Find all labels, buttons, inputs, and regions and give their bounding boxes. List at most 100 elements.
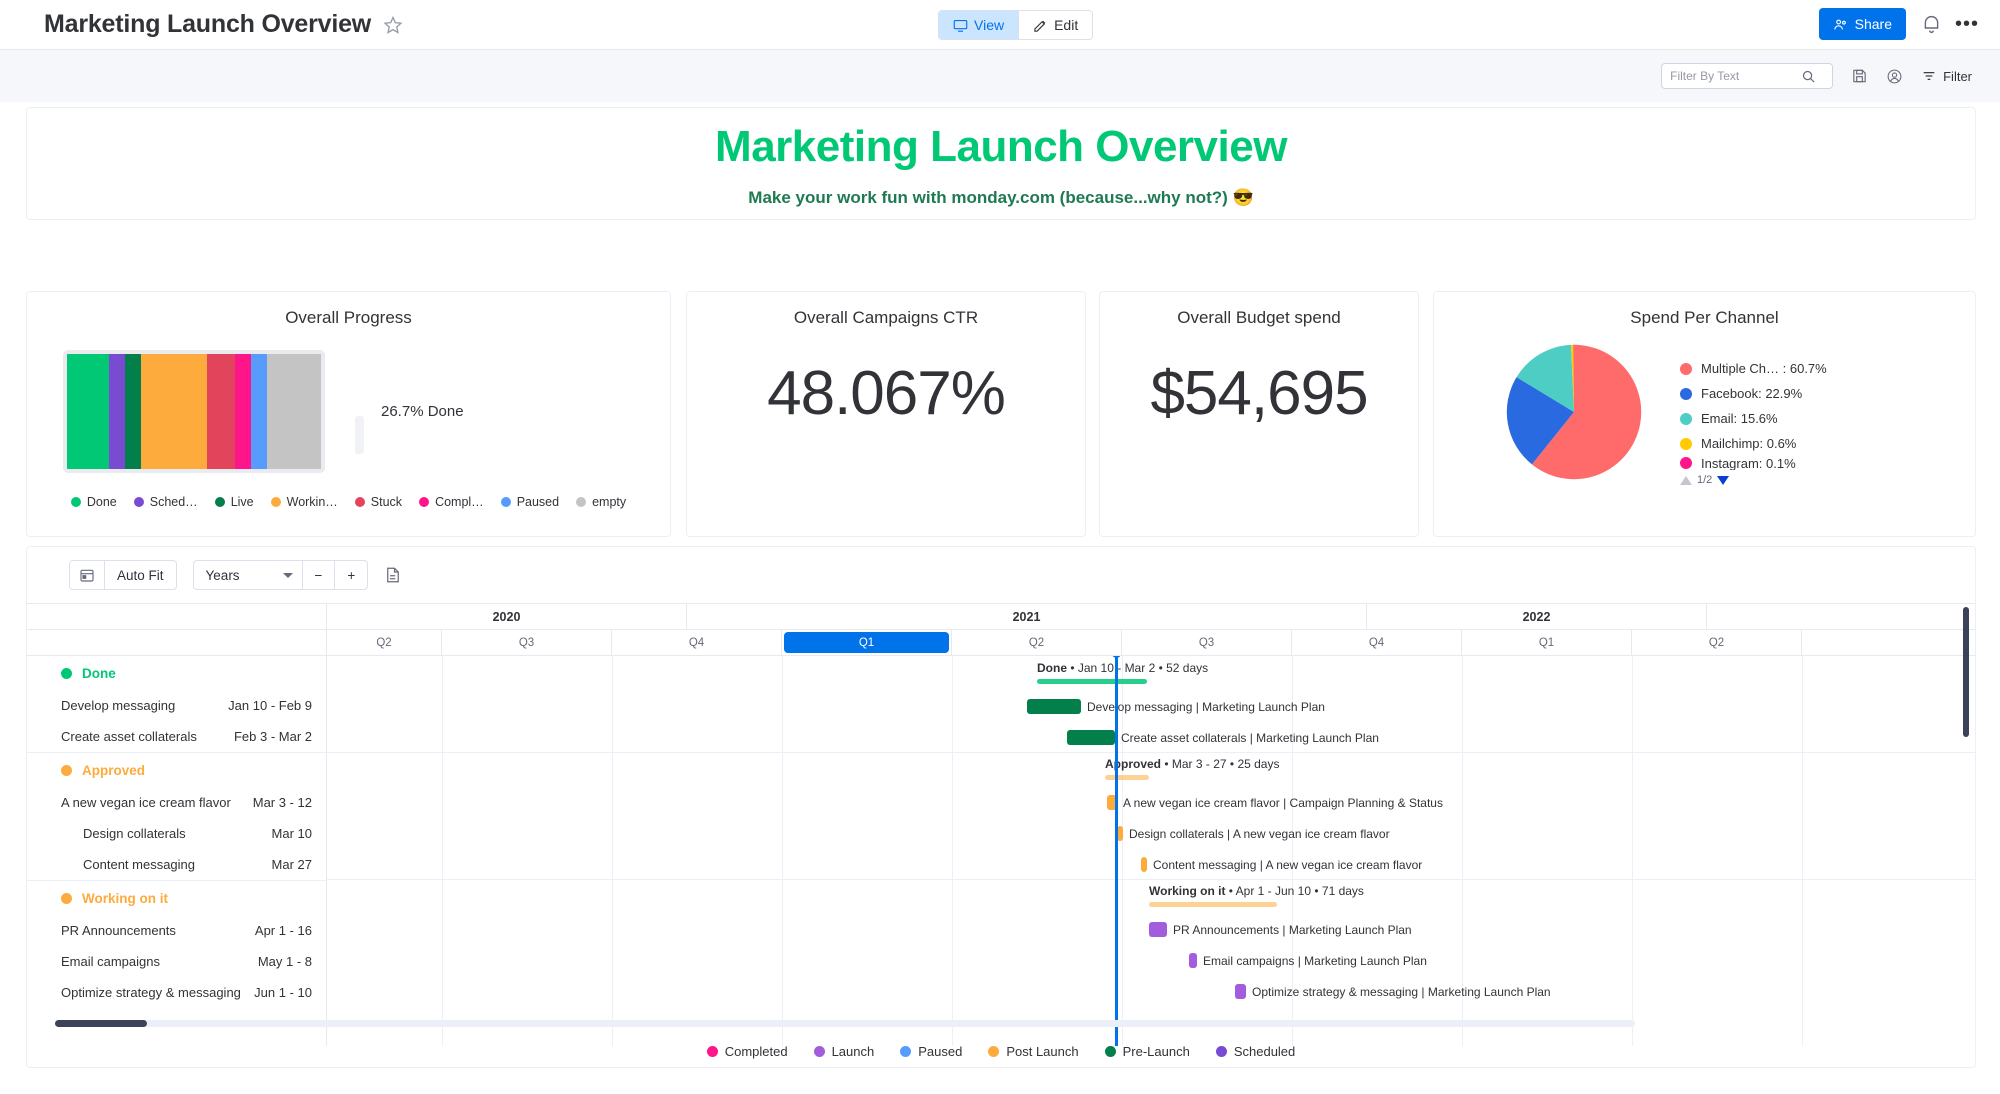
gantt-legend-item[interactable]: Post Launch [988, 1044, 1078, 1059]
gantt-task-row[interactable]: Optimize strategy & messagingJun 1 - 10 [27, 977, 326, 1008]
quarter-cell[interactable]: Q2 [952, 630, 1122, 655]
overall-ctr-card: Overall Campaigns CTR 48.067% [686, 291, 1086, 537]
zoom-group[interactable]: Years − + [193, 560, 369, 590]
progress-legend-item[interactable]: Done [71, 495, 117, 509]
search-box[interactable] [1661, 63, 1833, 89]
monitor-icon [953, 18, 968, 33]
quarter-cell[interactable]: Q4 [1292, 630, 1462, 655]
search-icon[interactable] [1800, 68, 1817, 85]
progress-legend-item[interactable]: empty [576, 495, 626, 509]
gantt-task-row[interactable]: PR AnnouncementsApr 1 - 16 [27, 915, 326, 946]
pie-legend-pager[interactable]: 1/2 [1680, 474, 1729, 486]
quarter-cell[interactable]: Q3 [1122, 630, 1292, 655]
filter-button-label: Filter [1943, 69, 1972, 84]
gantt-legend-item[interactable]: Launch [814, 1044, 875, 1059]
gantt-chart-area[interactable]: Done • Jan 10 - Mar 2 • 52 daysDevelop m… [327, 656, 1975, 1046]
gantt-task-row[interactable]: Develop messagingJan 10 - Feb 9 [27, 690, 326, 721]
pager-down-icon[interactable] [1717, 476, 1729, 485]
pager-label: 1/2 [1697, 474, 1712, 486]
quarter-cell[interactable]: Q1 [1462, 630, 1632, 655]
progress-legend-item[interactable]: Paused [501, 495, 559, 509]
quarter-cell[interactable]: Q1 [782, 630, 952, 655]
export-file-icon[interactable] [384, 566, 402, 584]
star-icon[interactable] [383, 15, 403, 35]
gantt-group-header[interactable]: Working on it [27, 881, 326, 915]
autofit-group[interactable]: Auto Fit [69, 560, 177, 590]
gantt-task-row[interactable]: Create asset collateralsFeb 3 - Mar 2 [27, 721, 326, 752]
gantt-task-bar[interactable] [1189, 953, 1197, 968]
pie-legend-item[interactable]: Instagram: 0.1% [1680, 456, 1827, 470]
gantt-task-name: PR Announcements [61, 923, 176, 938]
gantt-summary-bar[interactable] [1037, 679, 1147, 684]
overall-budget-value: $54,695 [1100, 358, 1418, 429]
gantt-task-row[interactable]: Design collateralsMar 10 [27, 818, 326, 849]
filter-bar: Filter [0, 50, 2000, 102]
gantt-group-header[interactable]: Approved [27, 753, 326, 787]
zoom-in-button[interactable]: + [334, 561, 367, 589]
pie-chart[interactable] [1504, 342, 1644, 487]
topbar-actions: Share ••• [1819, 8, 1978, 40]
share-button-label: Share [1855, 16, 1892, 32]
gantt-legend-item[interactable]: Paused [900, 1044, 962, 1059]
quarter-cell[interactable]: Q2 [1632, 630, 1802, 655]
tab-view[interactable]: View [939, 11, 1018, 39]
person-icon[interactable] [1886, 68, 1903, 85]
gantt-legend-item[interactable]: Scheduled [1216, 1044, 1295, 1059]
gantt-legend-item[interactable]: Pre-Launch [1105, 1044, 1190, 1059]
gantt-summary-name: Approved [1105, 757, 1161, 771]
gantt-legend-item[interactable]: Completed [707, 1044, 788, 1059]
autofit-button[interactable]: Auto Fit [104, 561, 176, 589]
tab-edit[interactable]: Edit [1018, 11, 1092, 39]
filter-button[interactable]: Filter [1921, 68, 1972, 84]
gantt-group-header[interactable]: Done [27, 656, 326, 690]
calendar-icon[interactable] [70, 561, 104, 589]
gantt-task-bar[interactable] [1235, 984, 1246, 999]
horizontal-scrollbar-thumb[interactable] [55, 1020, 147, 1027]
gantt-task-dates: Jan 10 - Feb 9 [228, 698, 312, 713]
pie-legend-item[interactable]: Facebook: 22.9% [1680, 381, 1827, 406]
progress-legend-item[interactable]: Workin… [271, 495, 338, 509]
gantt-legend-color-dot [900, 1046, 911, 1057]
gantt-task-row[interactable]: Email campaignsMay 1 - 8 [27, 946, 326, 977]
progress-legend-item[interactable]: Sched… [134, 495, 198, 509]
gantt-task-row[interactable]: A new vegan ice cream flavorMar 3 - 12 [27, 787, 326, 818]
gantt-task-bar[interactable] [1027, 699, 1081, 714]
pie-legend-item[interactable]: Email: 15.6% [1680, 406, 1827, 431]
gantt-task-bar[interactable] [1149, 922, 1167, 937]
quarter-cell[interactable]: Q4 [612, 630, 782, 655]
overall-progress-title: Overall Progress [27, 292, 670, 328]
progress-legend-item[interactable]: Stuck [355, 495, 402, 509]
chevron-down-icon[interactable] [274, 561, 302, 589]
overall-budget-title: Overall Budget spend [1100, 292, 1418, 328]
tab-view-label: View [974, 17, 1004, 33]
gantt-task-row[interactable]: Content messagingMar 27 [27, 849, 326, 880]
search-input[interactable] [1670, 69, 1800, 83]
year-row: 202020212022 [327, 604, 1975, 630]
pager-up-icon[interactable] [1680, 476, 1692, 485]
share-button[interactable]: Share [1819, 8, 1906, 40]
pie-legend-item[interactable]: Multiple Ch… : 60.7% [1680, 356, 1827, 381]
pie-legend-item[interactable]: Mailchimp: 0.6% [1680, 431, 1827, 456]
vertical-scrollbar-thumb[interactable] [1963, 607, 1969, 737]
progress-legend-item[interactable]: Live [215, 495, 254, 509]
progress-legend-item[interactable]: Compl… [419, 495, 484, 509]
quarter-cell[interactable]: Q3 [442, 630, 612, 655]
overall-progress-card: Overall Progress 26.7% Done Done Sched… Li… [26, 291, 671, 537]
save-icon[interactable] [1851, 68, 1868, 85]
progress-bar[interactable] [63, 350, 325, 473]
overall-progress-body: 26.7% Done [27, 350, 670, 473]
gantt-task-bar[interactable] [1141, 857, 1147, 872]
gantt-summary-bar[interactable] [1105, 775, 1149, 780]
gantt-summary-label: Working on it • Apr 1 - Jun 10 • 71 days [1149, 884, 1364, 898]
zoom-level-label[interactable]: Years [194, 561, 274, 589]
more-options-button[interactable]: ••• [1956, 13, 1978, 35]
horizontal-scrollbar[interactable] [55, 1020, 1635, 1027]
notification-bell-icon[interactable] [1920, 13, 1942, 35]
quarter-cell[interactable]: Q2 [327, 630, 442, 655]
gantt-task-bar[interactable] [1067, 730, 1115, 745]
progress-knob[interactable] [355, 416, 364, 454]
gantt-summary-bar[interactable] [1149, 902, 1277, 907]
view-mode-switch[interactable]: View Edit [938, 10, 1093, 40]
zoom-out-button[interactable]: − [302, 561, 335, 589]
gantt-legend-label: Scheduled [1234, 1044, 1295, 1059]
